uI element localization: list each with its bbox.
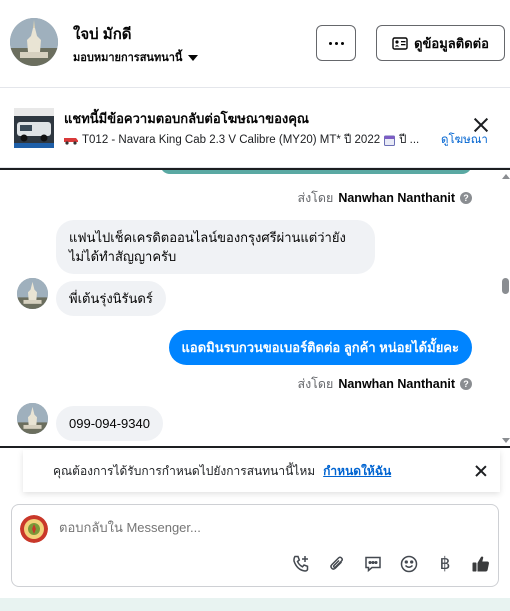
sent-by-prefix: ส่งโดย xyxy=(297,191,334,205)
ad-thumbnail[interactable] xyxy=(14,108,54,148)
ad-subtitle-text: T012 - Navara King Cab 2.3 V Calibre (MY… xyxy=(82,134,381,146)
incoming-message[interactable]: แฟนไปเช็คเครดิตออนไลน์ของกรุงศรีผ่านแต่ว… xyxy=(56,220,375,274)
contact-avatar[interactable] xyxy=(10,18,58,66)
contact-avatar-small xyxy=(17,403,48,434)
pickup-truck-icon xyxy=(64,138,78,145)
view-contact-button[interactable]: ดูข้อมูลติดต่อ xyxy=(376,25,505,61)
assign-reminder-bar: คุณต้องการได้รับการกำหนดไปยังการสนทนานี้… xyxy=(23,450,500,492)
more-options-button[interactable] xyxy=(316,25,356,61)
emoji-icon[interactable] xyxy=(398,553,420,575)
message-text-line: แฟนไปเช็คเครดิตออนไลน์ของกรุงศรีผ่านแต่ว… xyxy=(69,230,346,245)
outgoing-message[interactable]: แอดมินรบกวนขอเบอร์ติดต่อ ลูกค้า หน่อยได้… xyxy=(168,330,472,365)
incoming-message[interactable]: 099-094-9340 xyxy=(56,406,163,441)
assign-label: มอบหมายการสนทนานี้ xyxy=(73,52,183,64)
page-footer-strip xyxy=(0,598,510,611)
help-icon[interactable]: ? xyxy=(460,192,472,204)
assign-to-me-link[interactable]: กำหนดให้ฉัน xyxy=(323,462,391,481)
ad-subtitle-more: ปี ... xyxy=(399,134,420,146)
assign-conversation-dropdown[interactable]: มอบหมายการสนทนานี้ xyxy=(73,48,199,66)
ad-reply-banner: แชทนี้มีข้อความตอบกลับต่อโฆษณาของคุณ T01… xyxy=(0,88,510,168)
message-thread[interactable]: ส่งโดย Nanwhan Nanthanit ? แฟนไปเช็คเครด… xyxy=(0,168,510,448)
reply-input[interactable] xyxy=(59,520,459,535)
view-contact-label: ดูข้อมูลติดต่อ xyxy=(414,35,489,51)
messenger-conversation-panel: ใจบ่ มักดี มอบหมายการสนทนานี้ ดูข้อมูลติ… xyxy=(0,0,510,611)
caret-down-icon xyxy=(188,55,199,61)
chat-scrollbar[interactable] xyxy=(501,170,510,446)
contact-name: ใจบ่ มักดี xyxy=(73,26,132,43)
saved-reply-icon[interactable] xyxy=(362,553,384,575)
sender-name: Nanwhan Nanthanit xyxy=(338,377,455,391)
message-text-line: ไม่ได้ทำสัญญาครับ xyxy=(69,249,177,264)
contact-card-icon xyxy=(392,36,408,50)
scroll-up-icon[interactable] xyxy=(502,174,510,179)
scroll-down-icon[interactable] xyxy=(502,438,510,443)
dot-icon xyxy=(328,41,332,45)
page-avatar xyxy=(20,515,48,543)
ad-banner-title: แชทนี้มีข้อความตอบกลับต่อโฆษณาของคุณ xyxy=(64,111,309,126)
call-add-icon[interactable] xyxy=(290,553,312,575)
like-icon[interactable] xyxy=(470,553,492,575)
scroll-thumb[interactable] xyxy=(502,278,509,294)
calendar-icon xyxy=(384,135,396,146)
baht-icon[interactable]: ฿ xyxy=(434,553,456,575)
ad-subtitle: T012 - Navara King Cab 2.3 V Calibre (MY… xyxy=(64,131,429,149)
attachment-icon[interactable] xyxy=(326,553,348,575)
dot-icon xyxy=(340,41,344,45)
conversation-header: ใจบ่ มักดี มอบหมายการสนทนานี้ ดูข้อมูลติ… xyxy=(0,0,510,88)
sender-name: Nanwhan Nanthanit xyxy=(338,191,455,205)
help-icon[interactable]: ? xyxy=(460,378,472,390)
close-banner-icon[interactable] xyxy=(472,116,490,134)
dot-icon xyxy=(334,41,338,45)
sent-by-label: ส่งโดย Nanwhan Nanthanit ? xyxy=(297,188,472,208)
contact-avatar-small xyxy=(17,278,48,309)
reminder-text: คุณต้องการได้รับการกำหนดไปยังการสนทนานี้… xyxy=(53,463,316,478)
sent-by-prefix: ส่งโดย xyxy=(297,377,334,391)
reply-composer: ฿ xyxy=(11,504,499,587)
composer-toolbar: ฿ xyxy=(290,553,492,575)
close-reminder-icon[interactable] xyxy=(474,464,488,478)
sent-by-label: ส่งโดย Nanwhan Nanthanit ? xyxy=(297,374,472,394)
incoming-message[interactable]: พี่เต้นรุ่งนิรันดร์ xyxy=(56,281,166,316)
previous-message-image xyxy=(160,170,472,174)
